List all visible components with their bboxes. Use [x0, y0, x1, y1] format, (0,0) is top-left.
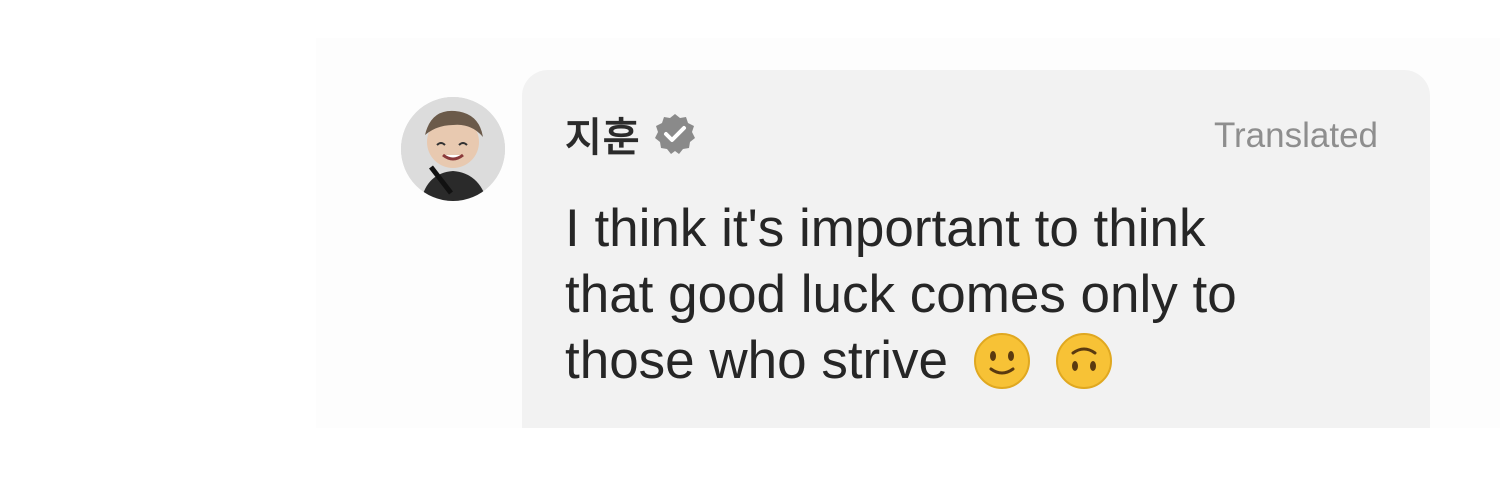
comment-message: I think it's important to think that goo…: [565, 196, 1405, 394]
avatar-photo: [401, 97, 505, 201]
screenshot-stage: 지훈 Translated I think it's important to …: [0, 0, 1500, 500]
comment-header: 지훈: [565, 104, 697, 164]
slightly-smiling-face-icon: [973, 332, 1031, 390]
message-line: I think it's important to think: [565, 199, 1206, 258]
username[interactable]: 지훈: [565, 105, 641, 163]
message-line: that good luck comes only to: [565, 265, 1237, 324]
verified-badge-icon: [653, 112, 697, 156]
upside-down-face-icon: [1055, 332, 1113, 390]
avatar[interactable]: [401, 97, 505, 201]
message-line: those who strive: [565, 331, 948, 390]
translated-label[interactable]: Translated: [1214, 116, 1378, 156]
message-line-last: those who strive: [565, 328, 1405, 394]
